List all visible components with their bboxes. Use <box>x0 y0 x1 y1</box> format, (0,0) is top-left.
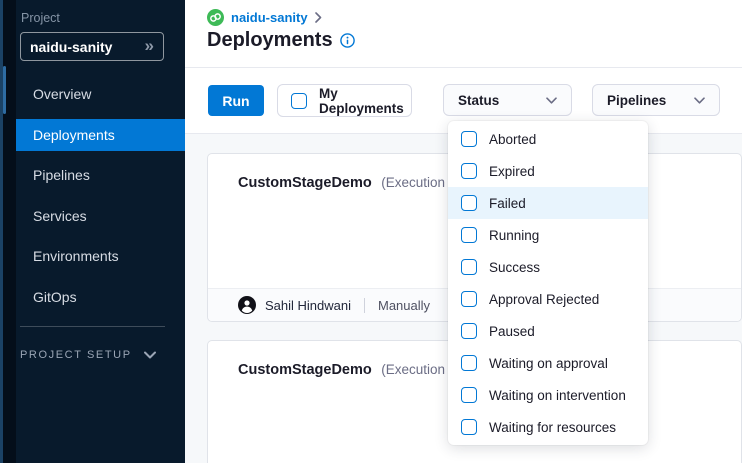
execution-title: CustomStageDemo (Execution Id <box>238 174 460 192</box>
status-checkbox[interactable] <box>461 259 477 275</box>
project-selector-value: naidu-sanity <box>30 39 145 55</box>
sidebar-scrollbar[interactable] <box>3 66 6 114</box>
breadcrumb-project-link[interactable]: naidu-sanity <box>231 10 308 25</box>
page-title: Deployments <box>207 29 333 52</box>
module-rail <box>0 0 16 463</box>
status-option-waiting-on-approval[interactable]: Waiting on approval <box>448 347 648 379</box>
chevron-right-icon <box>315 12 322 23</box>
status-filter-dropdown[interactable]: Status <box>443 84 572 116</box>
trigger-type: Manually <box>378 298 430 313</box>
chevron-down-icon <box>144 351 156 359</box>
status-option-paused[interactable]: Paused <box>448 315 648 347</box>
sidebar-item-overview[interactable]: Overview <box>16 78 185 110</box>
execution-title: CustomStageDemo (Execution Id <box>238 361 460 379</box>
status-checkbox[interactable] <box>461 355 477 371</box>
run-button[interactable]: Run <box>208 85 264 116</box>
app-window: Project naidu-sanity » Overview Deployme… <box>0 0 742 463</box>
sidebar-divider <box>20 326 165 327</box>
project-icon <box>207 9 224 26</box>
breadcrumb: naidu-sanity <box>207 9 322 26</box>
status-checkbox[interactable] <box>461 227 477 243</box>
status-option-approval-rejected[interactable]: Approval Rejected <box>448 283 648 315</box>
pipeline-name: CustomStageDemo <box>238 175 372 191</box>
status-option-running[interactable]: Running <box>448 219 648 251</box>
sidebar-nav: Overview Deployments Pipelines Services … <box>16 78 185 322</box>
sidebar-item-gitops[interactable]: GitOps <box>16 281 185 313</box>
status-checkbox[interactable] <box>461 323 477 339</box>
project-setup-label: PROJECT SETUP <box>20 349 132 361</box>
status-checkbox[interactable] <box>461 291 477 307</box>
double-chevron-right-icon: » <box>145 37 154 54</box>
page-title-row: Deployments <box>207 29 355 52</box>
my-deployments-label: My Deployments <box>319 86 404 116</box>
pipelines-filter-dropdown[interactable]: Pipelines <box>592 84 720 116</box>
chevron-down-icon <box>546 97 557 104</box>
status-checkbox[interactable] <box>461 195 477 211</box>
status-option-aborted[interactable]: Aborted <box>448 123 648 155</box>
status-checkbox[interactable] <box>461 419 477 435</box>
chevron-down-icon <box>694 97 705 104</box>
footer-separator <box>364 298 365 313</box>
sidebar-item-services[interactable]: Services <box>16 200 185 232</box>
status-filter-label: Status <box>458 93 499 108</box>
sidebar: Project naidu-sanity » Overview Deployme… <box>0 0 185 463</box>
pipelines-filter-label: Pipelines <box>607 93 666 108</box>
sidebar-item-pipelines[interactable]: Pipelines <box>16 159 185 191</box>
status-checkbox[interactable] <box>461 163 477 179</box>
info-icon[interactable] <box>340 33 355 48</box>
user-avatar <box>238 296 256 314</box>
my-deployments-filter[interactable]: My Deployments <box>277 84 412 117</box>
sidebar-item-deployments[interactable]: Deployments <box>16 119 185 151</box>
project-setup-toggle[interactable]: PROJECT SETUP <box>20 349 156 361</box>
status-checkbox[interactable] <box>461 131 477 147</box>
status-checkbox[interactable] <box>461 387 477 403</box>
pipeline-name: CustomStageDemo <box>238 362 372 378</box>
status-option-expired[interactable]: Expired <box>448 155 648 187</box>
status-option-success[interactable]: Success <box>448 251 648 283</box>
project-label: Project <box>21 11 60 25</box>
status-filter-menu: Aborted Expired Failed Running Success A… <box>448 121 648 445</box>
triggered-by: Sahil Hindwani <box>265 298 351 313</box>
status-option-failed[interactable]: Failed <box>448 187 648 219</box>
status-option-waiting-on-intervention[interactable]: Waiting on intervention <box>448 379 648 411</box>
my-deployments-checkbox[interactable] <box>291 93 307 109</box>
status-option-waiting-for-resources[interactable]: Waiting for resources <box>448 411 648 443</box>
sidebar-item-environments[interactable]: Environments <box>16 240 185 272</box>
project-selector[interactable]: naidu-sanity » <box>20 32 164 61</box>
